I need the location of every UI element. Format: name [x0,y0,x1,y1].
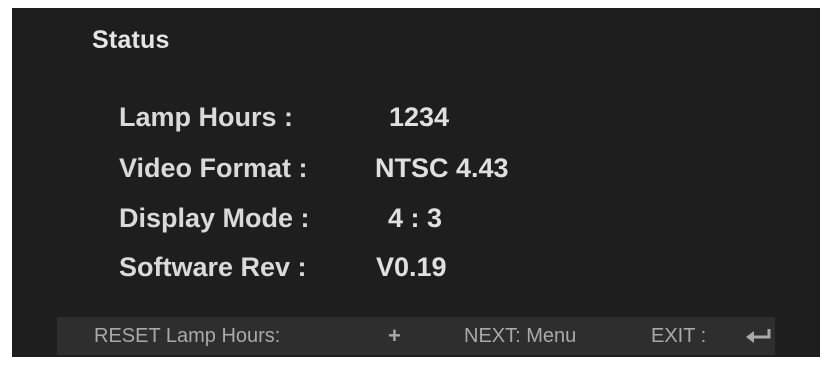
status-value: V0.19 [376,252,447,282]
status-value: 4 : 3 [388,203,443,233]
status-label: Video Format : [119,153,308,183]
enter-return-icon[interactable] [744,327,772,345]
page-title: Status [92,26,170,54]
status-label: Lamp Hours : [119,102,294,132]
status-value: NTSC 4.43 [375,153,509,183]
exit-hint[interactable]: EXIT : [651,325,706,348]
footer-hint-bar: RESET Lamp Hours: + NEXT: Menu EXIT : [57,317,775,355]
plus-key-hint[interactable]: + [388,323,401,349]
status-label: Display Mode : [119,203,310,233]
next-menu-hint[interactable]: NEXT: Menu [464,325,576,348]
status-osd-panel: Status Lamp Hours : 1234 Video Format : … [12,8,820,357]
status-label: Software Rev : [119,252,307,282]
status-value: 1234 [389,102,450,132]
reset-lamp-hours-hint[interactable]: RESET Lamp Hours: [94,325,280,348]
